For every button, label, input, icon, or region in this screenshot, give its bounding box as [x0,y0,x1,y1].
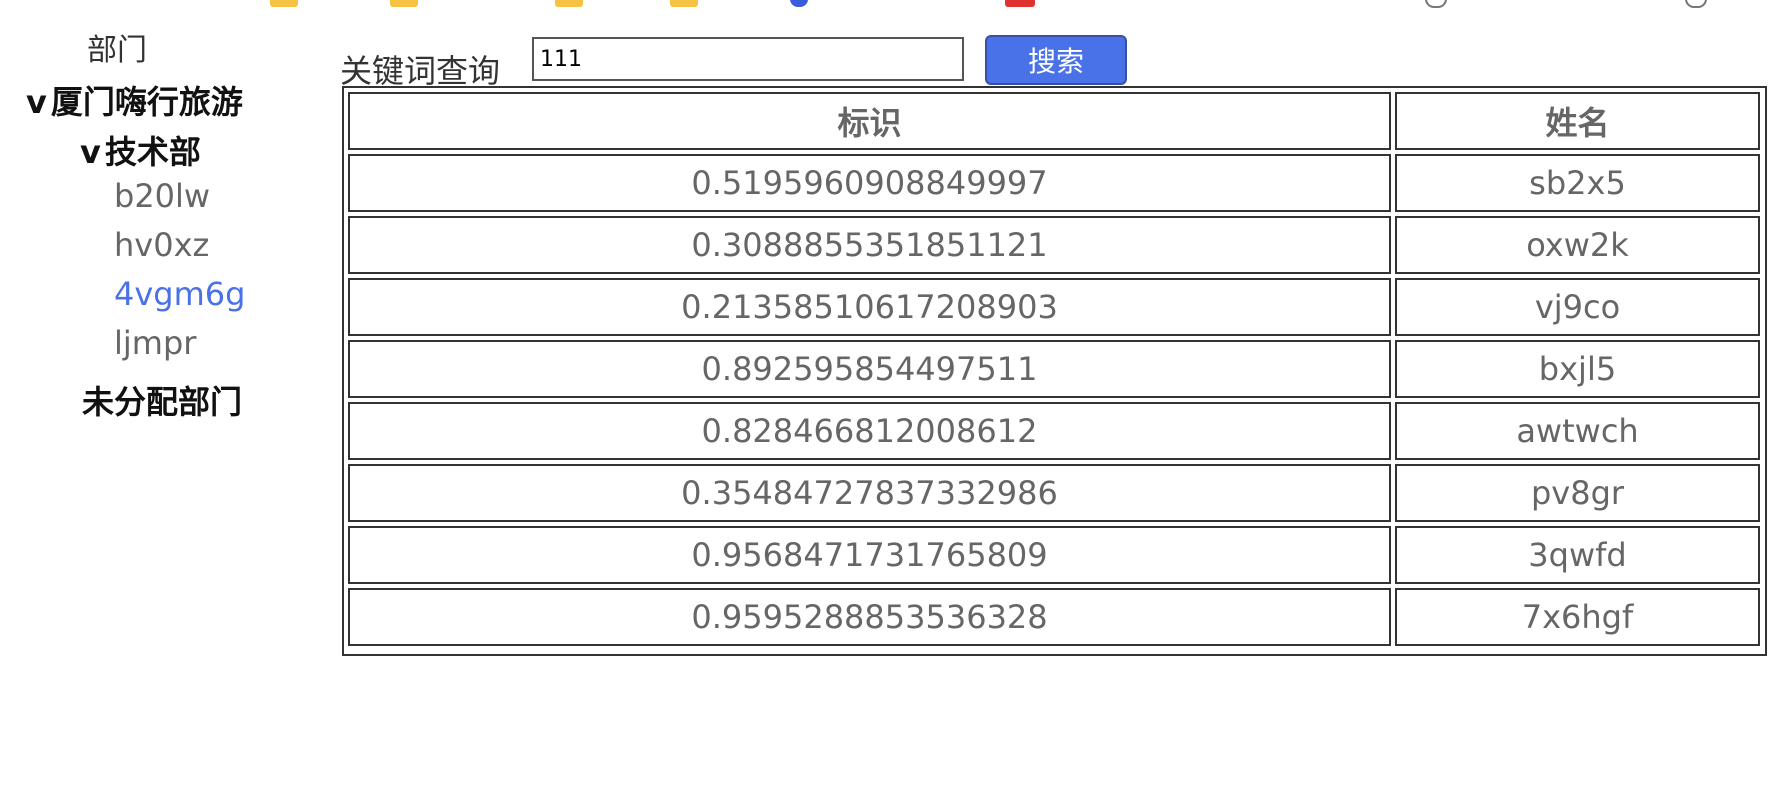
table-row[interactable]: 0.5195960908849997 sb2x5 [348,154,1760,212]
cell-name: 3qwfd [1395,526,1760,584]
tree-node-label: 技术部 [104,133,201,171]
tree-header: 部门 [87,33,147,68]
cell-name: pv8gr [1395,464,1760,522]
cell-id: 0.21358510617208903 [348,278,1391,336]
cell-id: 0.9568471731765809 [348,526,1391,584]
bookmark-bar [0,0,1782,8]
bookmark-circle-icon[interactable] [1425,0,1447,8]
tree-leaf-member[interactable]: b20lw [114,180,210,212]
expand-caret-icon[interactable]: v [26,86,47,118]
table-header-row: 标识 姓名 [348,92,1760,150]
table-row[interactable]: 0.892595854497511 bxjl5 [348,340,1760,398]
tree-leaf-member[interactable]: hv0xz [114,229,209,261]
cell-id: 0.35484727837332986 [348,464,1391,522]
table-row[interactable]: 0.3088855351851121 oxw2k [348,216,1760,274]
cell-name: vj9co [1395,278,1760,336]
cell-id: 0.9595288853536328 [348,588,1391,646]
cell-id: 0.828466812008612 [348,402,1391,460]
table-row[interactable]: 0.9595288853536328 7x6hgf [348,588,1760,646]
tree-node-unassigned[interactable]: 未分配部门 [82,386,242,418]
bookmark-folder-icon[interactable] [390,0,418,7]
cell-id: 0.892595854497511 [348,340,1391,398]
table-row[interactable]: 0.828466812008612 awtwch [348,402,1760,460]
bookmark-circle-icon[interactable] [1685,0,1707,8]
table-row[interactable]: 0.9568471731765809 3qwfd [348,526,1760,584]
search-input[interactable] [532,37,964,81]
cell-name: awtwch [1395,402,1760,460]
bookmark-globe-icon[interactable] [790,0,808,7]
expand-caret-icon[interactable]: v [80,136,101,168]
cell-name: sb2x5 [1395,154,1760,212]
tree-node-label: 厦门嗨行旅游 [50,83,243,121]
cell-id: 0.5195960908849997 [348,154,1391,212]
bookmark-folder-icon[interactable] [555,0,583,7]
bookmark-folder-icon[interactable] [670,0,698,7]
tree-node-department[interactable]: v 技术部 [80,136,201,168]
cell-name: bxjl5 [1395,340,1760,398]
bookmark-folder-icon[interactable] [270,0,298,7]
cell-id: 0.3088855351851121 [348,216,1391,274]
cell-name: oxw2k [1395,216,1760,274]
tree-node-company[interactable]: v 厦门嗨行旅游 [26,86,243,118]
table-row[interactable]: 0.21358510617208903 vj9co [348,278,1760,336]
tree-leaf-member-selected[interactable]: 4vgm6g [114,278,245,310]
tree-leaf-member[interactable]: ljmpr [114,327,196,359]
column-header-name: 姓名 [1395,92,1760,150]
cell-name: 7x6hgf [1395,588,1760,646]
table-row[interactable]: 0.35484727837332986 pv8gr [348,464,1760,522]
search-button[interactable]: 搜索 [985,35,1127,85]
results-table: 标识 姓名 0.5195960908849997 sb2x5 0.3088855… [342,86,1767,656]
column-header-id: 标识 [348,92,1391,150]
bookmark-app-icon[interactable] [1005,0,1035,7]
